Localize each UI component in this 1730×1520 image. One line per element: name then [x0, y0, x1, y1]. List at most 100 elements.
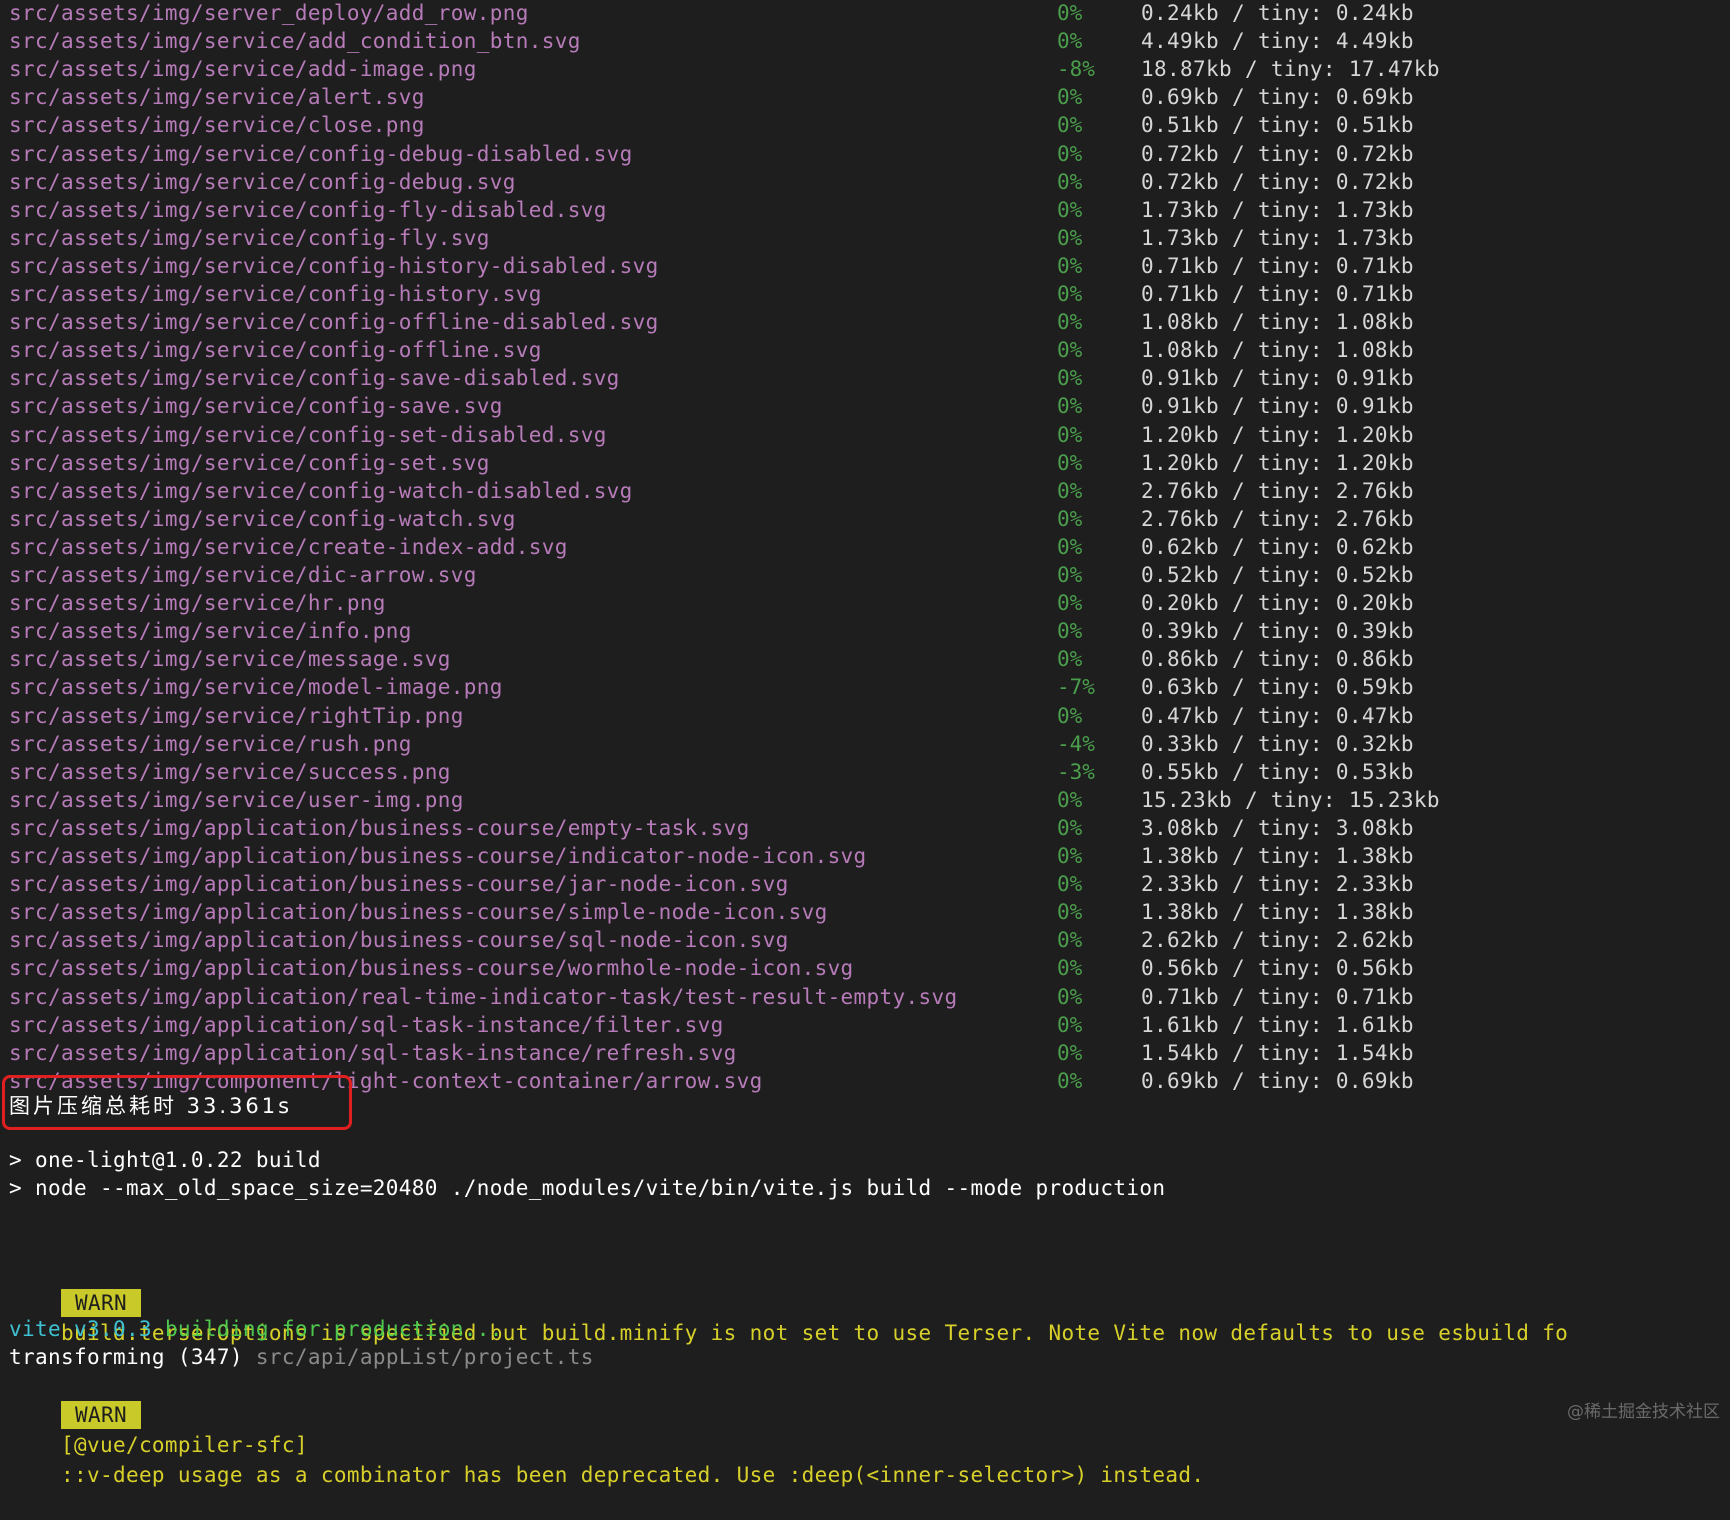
file-size: 0.71kb / tiny: 0.71kb [1141, 253, 1414, 278]
file-compression-pct: 0% [1057, 366, 1083, 391]
file-size: 0.71kb / tiny: 0.71kb [1141, 984, 1414, 1009]
file-size: 0.24kb / tiny: 0.24kb [1141, 1, 1414, 25]
file-size: 2.76kb / tiny: 2.76kb [1141, 478, 1414, 503]
file-path: src/assets/img/service/config-save-disab… [9, 366, 620, 391]
vite-building-status: building for production... [164, 1317, 503, 1341]
file-compression-pct: -4% [1057, 731, 1095, 756]
file-compression-pct: 0% [1057, 1, 1083, 25]
warn-line-2: WARN [@vue/compiler-sfc] ::v-deep usage … [9, 1370, 1204, 1487]
file-size: 0.72kb / tiny: 0.72kb [1141, 169, 1414, 194]
transforming-file: src/api/appList/project.ts [255, 1345, 594, 1369]
file-size: 18.87kb / tiny: 17.47kb [1141, 57, 1440, 82]
file-compression-pct: 0% [1057, 253, 1083, 278]
file-size: 0.20kb / tiny: 0.20kb [1141, 591, 1414, 616]
file-size: 0.51kb / tiny: 0.51kb [1141, 113, 1414, 138]
file-compression-pct: 0% [1057, 141, 1083, 166]
file-path: src/assets/img/service/rightTip.png [9, 703, 464, 728]
file-path: src/assets/img/application/sql-task-inst… [9, 1012, 724, 1037]
file-size: 1.38kb / tiny: 1.38kb [1141, 844, 1414, 868]
file-compression-pct: 0% [1057, 478, 1083, 503]
file-size: 0.63kb / tiny: 0.59kb [1141, 675, 1414, 700]
file-path: src/assets/img/service/config-offline-di… [9, 310, 659, 335]
file-size: 3.08kb / tiny: 3.08kb [1141, 815, 1414, 840]
file-path: src/assets/img/service/config-debug.svg [9, 169, 516, 194]
vite-version: vite v3.0.3 [9, 1317, 152, 1341]
file-compression-pct: 0% [1057, 928, 1083, 953]
file-compression-pct: 0% [1057, 984, 1083, 1009]
file-compression-pct: -7% [1057, 675, 1095, 700]
file-compression-pct: 0% [1057, 338, 1083, 363]
file-size: 0.86kb / tiny: 0.86kb [1141, 647, 1414, 672]
transforming-label: transforming (347) [9, 1345, 243, 1369]
file-path: src/assets/img/application/sql-task-inst… [9, 1040, 737, 1065]
file-compression-pct: 0% [1057, 591, 1083, 616]
file-path: src/assets/img/application/business-cour… [9, 928, 789, 953]
file-path: src/assets/img/server_deploy/add_row.png [9, 1, 529, 25]
file-size: 0.47kb / tiny: 0.47kb [1141, 703, 1414, 728]
file-path: src/assets/img/service/add_condition_btn… [9, 29, 581, 54]
file-compression-pct: 0% [1057, 169, 1083, 194]
file-path: src/assets/img/service/config-debug-disa… [9, 141, 633, 166]
file-path: src/assets/img/service/message.svg [9, 647, 451, 672]
file-size: 1.73kb / tiny: 1.73kb [1141, 225, 1414, 250]
terminal-window[interactable]: src/assets/img/server_deploy/add_row.png… [0, 0, 1730, 1487]
file-size: 0.69kb / tiny: 0.69kb [1141, 85, 1414, 110]
file-compression-pct: 0% [1057, 113, 1083, 138]
file-path: src/assets/img/application/business-cour… [9, 815, 750, 840]
warn-tag: [@vue/compiler-sfc] [60, 1433, 308, 1457]
file-compression-pct: 0% [1057, 282, 1083, 306]
file-path: src/assets/img/service/create-index-add.… [9, 534, 568, 559]
file-compression-pct: 0% [1057, 1040, 1083, 1065]
file-compression-pct: -8% [1057, 57, 1095, 82]
file-size: 2.33kb / tiny: 2.33kb [1141, 872, 1414, 897]
file-path: src/assets/img/service/info.png [9, 619, 412, 644]
watermark: @稀土掘金技术社区 [1567, 1402, 1720, 1422]
file-size: 0.56kb / tiny: 0.56kb [1141, 956, 1414, 981]
file-path: src/assets/img/service/alert.svg [9, 85, 425, 110]
file-size: 2.76kb / tiny: 2.76kb [1141, 506, 1414, 531]
file-compression-pct: 0% [1057, 1012, 1083, 1037]
warn-badge: WARN [60, 1289, 141, 1317]
file-path: src/assets/img/service/dic-arrow.svg [9, 563, 477, 587]
file-compression-pct: 0% [1057, 534, 1083, 559]
file-compression-pct: 0% [1057, 29, 1083, 54]
file-size: 1.54kb / tiny: 1.54kb [1141, 1040, 1414, 1065]
file-size: 1.73kb / tiny: 1.73kb [1141, 197, 1414, 222]
compress-summary: 图片压缩总耗时 33.361s [9, 1094, 293, 1118]
warn-line-1: WARN build.terserOptions is specified bu… [9, 1258, 1568, 1345]
file-size: 0.72kb / tiny: 0.72kb [1141, 141, 1414, 166]
file-size: 0.91kb / tiny: 0.91kb [1141, 366, 1414, 391]
file-size: 4.49kb / tiny: 4.49kb [1141, 29, 1414, 54]
file-compression-pct: 0% [1057, 450, 1083, 475]
file-size: 0.33kb / tiny: 0.32kb [1141, 731, 1414, 756]
file-size: 1.61kb / tiny: 1.61kb [1141, 1012, 1414, 1037]
file-compression-pct: 0% [1057, 225, 1083, 250]
file-size: 0.71kb / tiny: 0.71kb [1141, 282, 1414, 306]
file-path: src/assets/img/service/config-set.svg [9, 450, 490, 475]
file-path: src/assets/img/application/real-time-ind… [9, 984, 958, 1009]
file-compression-pct: 0% [1057, 506, 1083, 531]
file-compression-pct: 0% [1057, 872, 1083, 897]
file-size: 2.62kb / tiny: 2.62kb [1141, 928, 1414, 953]
file-size: 0.69kb / tiny: 0.69kb [1141, 1068, 1414, 1093]
file-size: 0.62kb / tiny: 0.62kb [1141, 534, 1414, 559]
file-path: src/assets/img/application/business-cour… [9, 956, 854, 981]
file-path: src/assets/img/service/config-save.svg [9, 394, 503, 419]
file-size: 1.38kb / tiny: 1.38kb [1141, 900, 1414, 925]
file-size: 1.20kb / tiny: 1.20kb [1141, 450, 1414, 475]
file-path: src/assets/img/service/config-fly.svg [9, 225, 490, 250]
command-line-1: > one-light@1.0.22 build [9, 1148, 321, 1172]
file-path: src/assets/img/service/config-watch-disa… [9, 478, 633, 503]
file-size: 1.20kb / tiny: 1.20kb [1141, 422, 1414, 447]
file-compression-pct: 0% [1057, 844, 1083, 868]
vite-status-line: vite v3.0.3 building for production... [9, 1314, 503, 1344]
file-compression-pct: 0% [1057, 394, 1083, 419]
file-compression-pct: 0% [1057, 815, 1083, 840]
file-path: src/assets/img/service/config-set-disabl… [9, 422, 607, 447]
file-compression-pct: 0% [1057, 563, 1083, 587]
file-compression-pct: 0% [1057, 422, 1083, 447]
file-compression-pct: 0% [1057, 1068, 1083, 1093]
warn-message: ::v-deep usage as a combinator has been … [60, 1463, 1205, 1487]
file-path: src/assets/img/service/add-image.png [9, 57, 477, 82]
file-compression-pct: 0% [1057, 787, 1083, 812]
